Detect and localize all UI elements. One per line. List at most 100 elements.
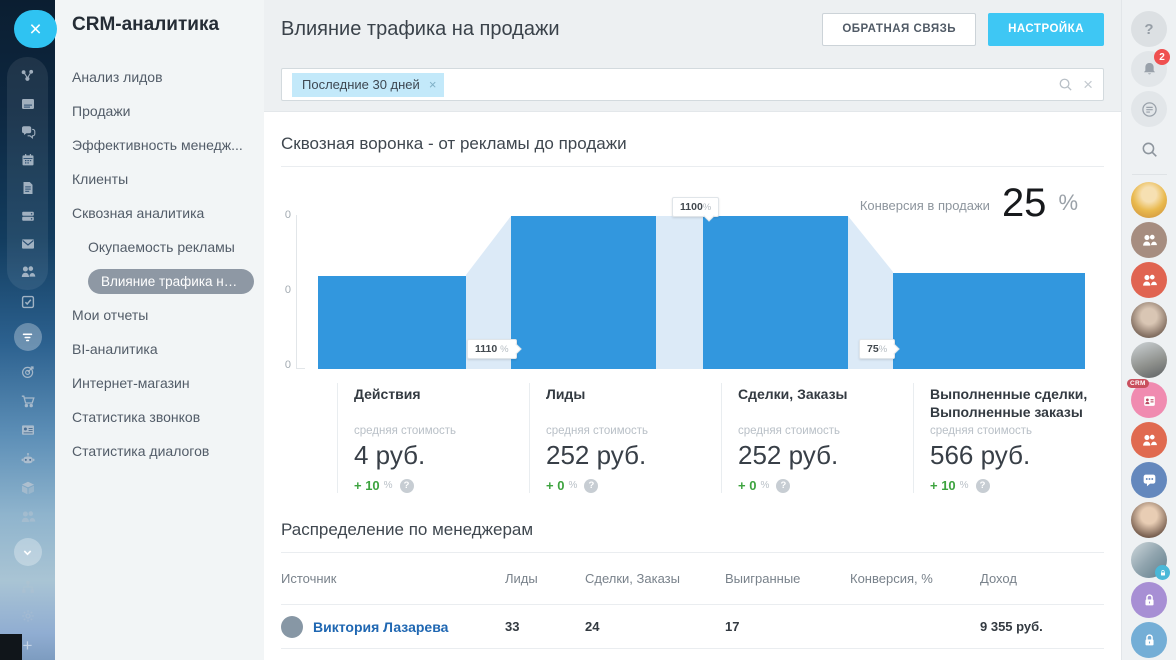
stage-card-actions: Действия средняя стоимость 4 руб. + 10%?	[337, 383, 529, 493]
chat-lines-icon	[1141, 101, 1158, 118]
chevron-down-icon[interactable]	[14, 538, 42, 566]
help-icon[interactable]: ?	[976, 479, 990, 493]
private-chat-avatar[interactable]	[1131, 622, 1167, 658]
stage-title: Действия	[354, 385, 515, 425]
group-chat-avatar[interactable]	[1131, 262, 1167, 298]
feedback-button[interactable]: ОБРАТНАЯ СВЯЗЬ	[822, 13, 976, 46]
user-avatar-man[interactable]	[1131, 302, 1167, 338]
robot-icon[interactable]	[20, 451, 36, 467]
col-conversion: Конверсия, %	[850, 571, 980, 586]
menu-item-end-to-end-analytics[interactable]: Сквозная аналитика	[72, 196, 254, 230]
page-title: Влияние трафика на продажи	[281, 18, 810, 41]
gear-icon[interactable]	[20, 608, 36, 624]
funnel-bar-actions[interactable]	[318, 276, 466, 369]
crm-badge: CRM	[1127, 379, 1149, 388]
sitemap-icon[interactable]	[20, 579, 36, 595]
menu-item-ad-payback[interactable]: Окупаемость рекламы	[72, 230, 254, 264]
notifications-button[interactable]: 2	[1131, 51, 1167, 87]
document-icon[interactable]	[20, 180, 36, 196]
people-secondary-icon[interactable]	[20, 509, 36, 525]
contact-card-icon[interactable]	[20, 422, 36, 438]
tasks-icon[interactable]	[20, 294, 36, 310]
user-avatar-woman[interactable]	[1131, 502, 1167, 538]
cart-icon[interactable]	[20, 393, 36, 409]
funnel-section-title: Сквозная воронка - от рекламы до продажи	[281, 134, 1104, 154]
add-icon[interactable]: +	[23, 637, 33, 654]
people-icon	[1141, 272, 1158, 289]
main-content: Влияние трафика на продажи ОБРАТНАЯ СВЯЗ…	[264, 0, 1121, 660]
menu-item-manager-efficiency[interactable]: Эффективность менедж...	[72, 128, 254, 162]
col-source: Источник	[281, 571, 505, 586]
help-button[interactable]: ?	[1131, 11, 1167, 47]
menu-item-traffic-impact-selected[interactable]: Влияние трафика на ...	[72, 264, 254, 298]
menu-item-sales[interactable]: Продажи	[72, 94, 254, 128]
live-feed-icon[interactable]	[20, 96, 36, 112]
delta-row: + 10%?	[930, 478, 1107, 493]
lock-icon	[1141, 632, 1158, 649]
marketing-target-icon[interactable]	[20, 364, 36, 380]
funnel-stage-stats: Действия средняя стоимость 4 руб. + 10%?…	[337, 383, 1121, 493]
settings-button[interactable]: НАСТРОЙКА	[988, 13, 1104, 46]
conversion-summary: Конверсия в продажи 25 %	[860, 183, 1078, 223]
remove-tag-icon[interactable]: ×	[429, 77, 437, 92]
box-icon[interactable]	[20, 480, 36, 496]
stage-card-completed: Выполненные сделки, Выполненные заказы с…	[913, 383, 1121, 493]
table-row: Виктория Лазарева 33 24 17 9 355 руб.	[281, 605, 1104, 649]
funnel-bar-leads[interactable]	[511, 216, 656, 369]
network-icon[interactable]	[20, 68, 36, 84]
y-tick: 0	[279, 359, 291, 371]
manager-link[interactable]: Виктория Лазарева	[313, 619, 448, 635]
avg-cost-value: 4 руб.	[354, 440, 515, 471]
filter-search-input[interactable]: Последние 30 дней × ×	[281, 68, 1104, 101]
group-channel-avatar[interactable]	[1131, 462, 1167, 498]
menu-item-lead-analysis[interactable]: Анализ лидов	[72, 60, 254, 94]
search-panel-button[interactable]	[1131, 131, 1167, 167]
crm-filter-icon[interactable]	[14, 323, 42, 351]
close-menu-button[interactable]: ×	[14, 10, 57, 48]
divider	[281, 166, 1104, 167]
avg-cost-label: средняя стоимость	[738, 425, 899, 437]
income-value: 9 355 руб.	[980, 619, 1104, 634]
private-chat-avatar[interactable]	[1131, 582, 1167, 618]
menu-item-call-statistics[interactable]: Статистика звонков	[72, 400, 254, 434]
avatar	[281, 616, 303, 638]
left-rail: × +	[0, 0, 55, 660]
help-icon[interactable]: ?	[584, 479, 598, 493]
menu-item-clients[interactable]: Клиенты	[72, 162, 254, 196]
crm-chat-avatar[interactable]: CRM	[1131, 382, 1167, 418]
stage-title: Лиды	[546, 385, 707, 425]
topbar: Влияние трафика на продажи ОБРАТНАЯ СВЯЗ…	[264, 0, 1121, 58]
stage-title: Выполненные сделки, Выполненные заказы	[930, 385, 1107, 425]
user-avatar-photo[interactable]	[1131, 342, 1167, 378]
bell-icon	[1141, 61, 1158, 78]
col-leads: Лиды	[505, 571, 585, 586]
messenger-panel-button[interactable]	[1131, 91, 1167, 127]
messenger-icon[interactable]	[20, 124, 36, 140]
people-icon[interactable]	[20, 264, 36, 280]
menu-item-dialog-statistics[interactable]: Статистика диалогов	[72, 434, 254, 468]
drive-icon[interactable]	[20, 208, 36, 224]
clear-filter-icon[interactable]: ×	[1083, 76, 1093, 93]
mail-icon[interactable]	[20, 236, 36, 252]
menu-item-bi-analytics[interactable]: BI-аналитика	[72, 332, 254, 366]
avg-cost-label: средняя стоимость	[930, 425, 1107, 437]
help-icon[interactable]: ?	[776, 479, 790, 493]
group-chat-avatar[interactable]	[1131, 222, 1167, 258]
menu-title: CRM-аналитика	[72, 14, 254, 36]
filter-bar: Последние 30 дней × ×	[264, 58, 1121, 112]
menu-item-my-reports[interactable]: Мои отчеты	[72, 298, 254, 332]
funnel-bar-completed[interactable]	[893, 273, 1085, 369]
group-chat-avatar[interactable]	[1131, 422, 1167, 458]
funnel-bar-deals[interactable]	[703, 216, 848, 369]
user-avatar-blonde[interactable]	[1131, 182, 1167, 218]
search-icon[interactable]	[1058, 77, 1073, 92]
calendar-icon[interactable]	[20, 152, 36, 168]
user-avatar-office[interactable]	[1131, 542, 1167, 578]
avg-cost-value: 252 руб.	[546, 440, 707, 471]
filter-tag-last-30-days[interactable]: Последние 30 дней ×	[292, 73, 444, 97]
people-icon	[1141, 432, 1158, 449]
help-icon[interactable]: ?	[400, 479, 414, 493]
conversion-label: Конверсия в продажи	[860, 198, 990, 213]
menu-item-online-store[interactable]: Интернет-магазин	[72, 366, 254, 400]
y-axis	[296, 215, 297, 369]
